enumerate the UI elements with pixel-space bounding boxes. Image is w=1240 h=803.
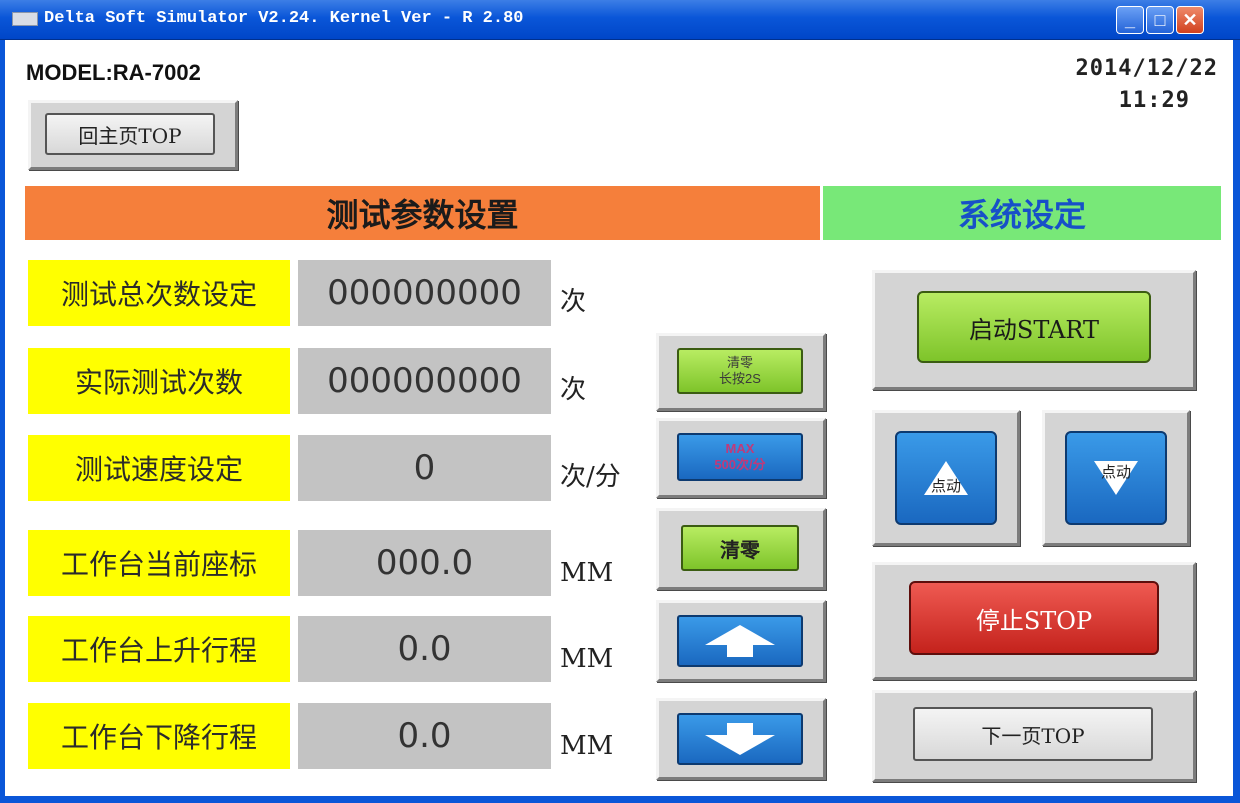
maximize-button[interactable]: □ <box>1146 6 1174 34</box>
reset-hold-line2: 长按2S <box>719 371 761 386</box>
max-speed-button[interactable]: MAX 500次/分 <box>677 433 803 481</box>
param-label-current-coordinate: 工作台当前座标 <box>28 530 290 596</box>
param-value-rise-stroke[interactable]: 0.0 <box>298 616 551 682</box>
param-unit-fall-stroke: MM <box>560 731 614 761</box>
close-button[interactable]: ✕ <box>1176 6 1204 34</box>
param-unit-rise-stroke: MM <box>560 644 614 674</box>
param-value-total-count[interactable]: 000000000 <box>298 260 551 326</box>
max-speed-line1: MAX <box>725 441 755 456</box>
max-speed-line2: 500次/分 <box>714 457 766 472</box>
param-value-actual-count: 000000000 <box>298 348 551 414</box>
param-unit-speed: 次/分 <box>560 462 621 492</box>
date-display: 2014/12/22 <box>1075 56 1218 81</box>
max-speed-frame[interactable]: MAX 500次/分 <box>656 418 826 498</box>
home-button-frame[interactable]: 回主页TOP <box>28 100 238 170</box>
system-settings-header: 系统设定 <box>823 186 1221 240</box>
param-label-total-count: 测试总次数设定 <box>28 260 290 326</box>
param-label-fall-stroke: 工作台下降行程 <box>28 703 290 769</box>
param-unit-current-coordinate: MM <box>560 558 614 588</box>
window-frame-right <box>1233 40 1240 803</box>
param-value-fall-stroke[interactable]: 0.0 <box>298 703 551 769</box>
jog-down-label: 点动 <box>1100 464 1131 481</box>
start-button[interactable]: 启动START <box>917 291 1151 363</box>
model-label: MODEL:RA-7002 <box>26 60 201 85</box>
window-title: Delta Soft Simulator V2.24. Kernel Ver -… <box>44 9 524 28</box>
stroke-up-frame[interactable] <box>656 600 826 682</box>
param-unit-total-count: 次 <box>560 287 587 317</box>
arrow-down-icon <box>705 723 775 755</box>
param-value-current-coordinate: 000.0 <box>298 530 551 596</box>
reset-hold-line1: 清零 <box>726 355 753 370</box>
next-page-frame[interactable]: 下一页TOP <box>872 690 1196 782</box>
next-page-button[interactable]: 下一页TOP <box>913 707 1153 761</box>
stroke-down-frame[interactable] <box>656 698 826 780</box>
window-frame-bottom <box>0 796 1240 803</box>
stroke-up-button[interactable] <box>677 615 803 667</box>
start-frame[interactable]: 启动START <box>872 270 1196 390</box>
arrow-up-icon <box>705 625 775 657</box>
stop-button[interactable]: 停止STOP <box>909 581 1159 655</box>
param-label-actual-count: 实际测试次数 <box>28 348 290 414</box>
test-params-header: 测试参数设置 <box>25 186 820 240</box>
jog-up-frame[interactable]: 点动 <box>872 410 1020 546</box>
stop-frame[interactable]: 停止STOP <box>872 562 1196 680</box>
window-frame-left <box>0 40 5 803</box>
jog-up-button[interactable]: 点动 <box>895 431 997 525</box>
jog-down-frame[interactable]: 点动 <box>1042 410 1190 546</box>
minimize-button[interactable]: _ <box>1116 6 1144 34</box>
minimize-icon: _ <box>1124 9 1135 30</box>
time-display: 11:29 <box>1118 88 1190 113</box>
param-value-speed[interactable]: 0 <box>298 435 551 501</box>
maximize-icon: □ <box>1154 9 1166 30</box>
param-unit-actual-count: 次 <box>560 375 587 405</box>
param-label-speed: 测试速度设定 <box>28 435 290 501</box>
jog-down-button[interactable]: 点动 <box>1065 431 1167 525</box>
jog-up-label: 点动 <box>930 478 961 495</box>
reset-hold-button[interactable]: 清零 长按2S <box>677 348 803 394</box>
param-label-rise-stroke: 工作台上升行程 <box>28 616 290 682</box>
home-button[interactable]: 回主页TOP <box>45 113 215 155</box>
reset-frame[interactable]: 清零 <box>656 508 826 590</box>
reset-button[interactable]: 清零 <box>681 525 799 571</box>
stroke-down-button[interactable] <box>677 713 803 765</box>
reset-hold-frame[interactable]: 清零 长按2S <box>656 333 826 411</box>
close-icon: ✕ <box>1182 9 1198 30</box>
app-window-icon <box>12 12 38 26</box>
